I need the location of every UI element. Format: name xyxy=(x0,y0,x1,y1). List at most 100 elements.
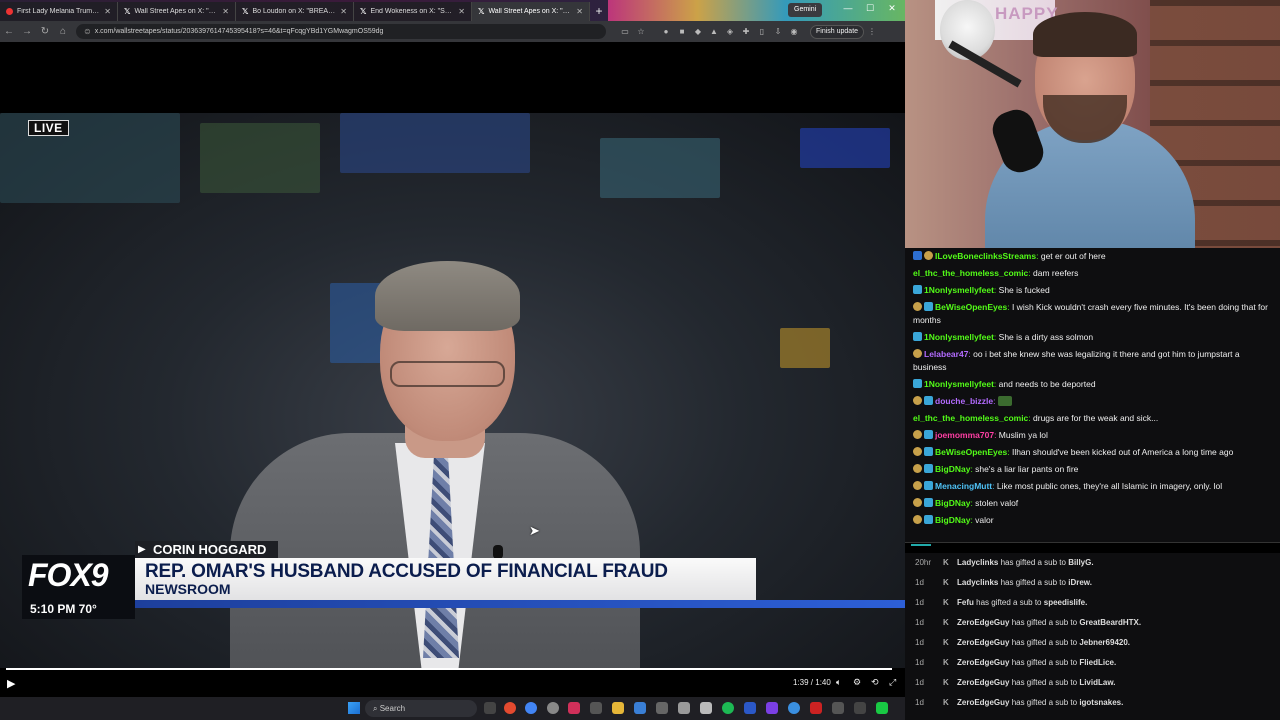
chat-username[interactable]: BigDNay xyxy=(935,515,970,525)
address-bar[interactable]: ⊜ x.com/wallstreetapes/status/2036397614… xyxy=(76,24,606,39)
chat-username[interactable]: joemomma707 xyxy=(935,430,994,440)
site-info-icon[interactable]: ⊜ xyxy=(84,24,91,39)
windows-start-icon[interactable] xyxy=(348,702,360,714)
sidebar-icon[interactable]: ▯ xyxy=(755,27,769,37)
profile-avatar-icon[interactable]: ◉ xyxy=(787,27,801,37)
menu-kebab-icon[interactable]: ⋮ xyxy=(865,27,879,37)
app-icon[interactable] xyxy=(547,702,559,714)
loop-icon[interactable]: ⟲ xyxy=(871,677,879,688)
recipient-name[interactable]: LividLaw. xyxy=(1079,678,1115,687)
chat-username[interactable]: BigDNay xyxy=(935,498,970,508)
progress-bar[interactable] xyxy=(6,668,893,670)
gift-row: 1d K ZeroEdgeGuy has gifted a sub to Jebne… xyxy=(905,633,1280,653)
app-icon[interactable] xyxy=(810,702,822,714)
chat-username[interactable]: MenacingMutt xyxy=(935,481,992,491)
browser-tab-active[interactable]: 𝕏 Wall Street Apes on X: "M… ✕ xyxy=(472,2,590,21)
home-icon[interactable]: ⌂ xyxy=(54,26,72,37)
download-icon[interactable]: ⇩ xyxy=(771,27,785,37)
gifter-name[interactable]: ZeroEdgeGuy xyxy=(957,698,1009,707)
browser-tab[interactable]: First Lady Melania Trump Ope… ✕ xyxy=(0,2,118,21)
app-icon[interactable] xyxy=(590,702,602,714)
chat-badge-icon xyxy=(924,251,933,260)
reload-icon[interactable]: ↻ xyxy=(36,26,54,37)
chat-badge-icon xyxy=(913,285,922,294)
chat-username[interactable]: ILoveBoneclinksStreams xyxy=(935,251,1036,261)
chat-username[interactable]: BigDNay xyxy=(935,464,970,474)
close-window-icon[interactable]: ✕ xyxy=(884,3,900,14)
spotify-icon[interactable] xyxy=(722,702,734,714)
chat-username[interactable]: BeWiseOpenEyes xyxy=(935,447,1007,457)
extension-icon[interactable]: ■ xyxy=(675,27,689,37)
chrome-icon[interactable] xyxy=(525,702,537,714)
finish-update-button[interactable]: Finish update xyxy=(810,24,865,39)
task-view-icon[interactable] xyxy=(484,702,496,714)
chat-badge-icon xyxy=(913,515,922,524)
browser-tab[interactable]: 𝕏 Wall Street Apes on X: "Minne… ✕ xyxy=(118,2,236,21)
chat-username[interactable]: douche_bizzle xyxy=(935,396,993,406)
app-icon[interactable] xyxy=(876,702,888,714)
browser-tab[interactable]: 𝕏 End Wokeness on X: "Senat… ✕ xyxy=(354,2,472,21)
app-icon[interactable] xyxy=(678,702,690,714)
tab-close-icon[interactable]: ✕ xyxy=(576,7,583,16)
tab-close-icon[interactable]: ✕ xyxy=(104,7,111,16)
chat-username[interactable]: 1Nonlysmellyfeet xyxy=(924,379,994,389)
maximize-icon[interactable]: ☐ xyxy=(862,3,878,14)
extensions-puzzle-icon[interactable]: ✚ xyxy=(739,27,753,37)
back-icon[interactable]: ← xyxy=(0,26,18,37)
browser-tab[interactable]: 𝕏 Bo Loudon on X: "BREA… ✕ xyxy=(236,2,354,21)
tab-close-icon[interactable]: ✕ xyxy=(458,7,465,16)
cast-icon[interactable]: ▭ xyxy=(618,27,632,37)
app-icon[interactable] xyxy=(634,702,646,714)
extension-icon[interactable]: ▲ xyxy=(707,27,721,37)
extension-icon[interactable]: ◈ xyxy=(723,27,737,37)
app-icon[interactable] xyxy=(832,702,844,714)
news-broadcast-frame[interactable]: LIVE CORIN HOGGARD REP. OMAR'S HUSBAND A… xyxy=(0,113,905,668)
tab-close-icon[interactable]: ✕ xyxy=(222,7,229,16)
gift-row: 1d K Fefu has gifted a sub to speedislife. xyxy=(905,593,1280,613)
recipient-name[interactable]: FliedLice. xyxy=(1079,658,1116,667)
app-icon[interactable] xyxy=(788,702,800,714)
gifter-name[interactable]: ZeroEdgeGuy xyxy=(957,618,1009,627)
chat-username[interactable]: el_thc_the_homeless_comic xyxy=(913,268,1028,278)
recipient-name[interactable]: speedislife. xyxy=(1044,598,1088,607)
tab-close-icon[interactable]: ✕ xyxy=(340,7,347,16)
volume-icon[interactable]: 🔈︎ xyxy=(836,677,841,688)
gifter-name[interactable]: ZeroEdgeGuy xyxy=(957,638,1009,647)
taskbar-search[interactable]: ⌕ Search xyxy=(365,700,477,717)
minimize-icon[interactable]: — xyxy=(840,3,856,13)
gifter-name[interactable]: Ladyclinks xyxy=(957,558,998,567)
gifter-name[interactable]: Fefu xyxy=(957,598,974,607)
video-player[interactable]: LIVE CORIN HOGGARD REP. OMAR'S HUSBAND A… xyxy=(0,42,905,695)
app-icon[interactable] xyxy=(656,702,668,714)
chat-username[interactable]: 1Nonlysmellyfeet xyxy=(924,285,994,295)
chat-username[interactable]: Lelabear47 xyxy=(924,349,968,359)
chat-username[interactable]: BeWiseOpenEyes xyxy=(935,302,1007,312)
gifter-name[interactable]: ZeroEdgeGuy xyxy=(957,678,1009,687)
app-icon[interactable] xyxy=(766,702,778,714)
chat-username[interactable]: 1Nonlysmellyfeet xyxy=(924,332,994,342)
app-icon[interactable] xyxy=(504,702,516,714)
app-icon[interactable] xyxy=(700,702,712,714)
extension-icon[interactable]: ◆ xyxy=(691,27,705,37)
gifter-name[interactable]: Ladyclinks xyxy=(957,578,998,587)
bookmark-star-icon[interactable]: ☆ xyxy=(634,27,648,37)
gemini-button[interactable]: Gemini xyxy=(788,3,823,17)
settings-gear-icon[interactable]: ⚙ xyxy=(853,677,861,688)
recipient-name[interactable]: GreatBeardHTX. xyxy=(1079,618,1141,627)
app-icon[interactable] xyxy=(744,702,756,714)
gifter-name[interactable]: ZeroEdgeGuy xyxy=(957,658,1009,667)
app-icon[interactable] xyxy=(568,702,580,714)
recipient-name[interactable]: iDrew. xyxy=(1068,578,1092,587)
play-icon[interactable]: ▶ xyxy=(7,677,15,690)
chat-panel[interactable]: ILoveBoneclinksStreams: get er out of he… xyxy=(905,248,1280,542)
fullscreen-icon[interactable]: ⤢ xyxy=(889,677,896,688)
app-icon[interactable] xyxy=(854,702,866,714)
recipient-name[interactable]: BillyG. xyxy=(1068,558,1093,567)
chat-username[interactable]: el_thc_the_homeless_comic xyxy=(913,413,1028,423)
forward-icon[interactable]: → xyxy=(18,26,36,37)
new-tab-button[interactable]: + xyxy=(590,2,608,21)
extension-icon[interactable]: ● xyxy=(659,27,673,37)
recipient-name[interactable]: Jebner69420. xyxy=(1079,638,1130,647)
recipient-name[interactable]: igotsnakes. xyxy=(1079,698,1123,707)
file-explorer-icon[interactable] xyxy=(612,702,624,714)
